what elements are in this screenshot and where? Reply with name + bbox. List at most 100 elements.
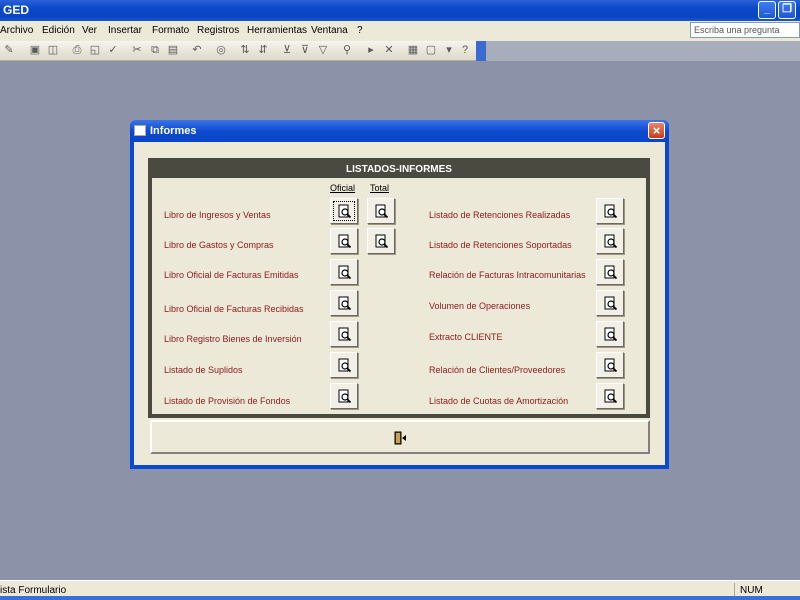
label-clientes-proveedores: Relación de Clientes/Proveedores — [429, 365, 566, 375]
toolbar-empty-area — [486, 41, 800, 61]
report-preview-icon — [604, 296, 618, 311]
menu-registros[interactable]: Registros — [197, 25, 239, 36]
menu-formato[interactable]: Formato — [152, 25, 189, 36]
copy-icon[interactable]: ⧉ — [148, 43, 162, 57]
report-preview-icon — [604, 389, 618, 404]
report-preview-icon — [375, 234, 389, 249]
report-button-ingresos-total[interactable] — [367, 198, 395, 224]
listados-panel: LISTADOS-INFORMES Oficial Total Libro de… — [148, 158, 650, 418]
taskbar-edge — [0, 596, 800, 600]
report-preview-icon — [338, 204, 352, 219]
menu-edicion[interactable]: Edición — [42, 25, 75, 36]
label-retenciones-soportadas: Listado de Retenciones Soportadas — [429, 240, 572, 250]
column-header-oficial: Oficial — [330, 183, 356, 193]
report-preview-icon — [604, 204, 618, 219]
toolbar: ✎ ▣ ◫ ⎙ ◱ ✓ ✂ ⧉ ▤ ↶ ◎ ⇅ ⇵ ⊻ ⊽ ▽ ⚲ ▸ ✕ ▦ … — [0, 41, 486, 61]
menu-bar: Archivo Edición Ver Insertar Formato Reg… — [0, 21, 800, 41]
label-suplidos: Listado de Suplidos — [164, 365, 243, 375]
exit-bar — [150, 420, 650, 454]
minimize-button[interactable]: _ — [758, 1, 776, 19]
new-object-icon[interactable]: ▢ — [424, 43, 438, 57]
status-view-text: ista Formulario — [0, 585, 67, 596]
sort-descending-icon[interactable]: ⇵ — [256, 43, 270, 57]
report-preview-icon — [604, 358, 618, 373]
dropdown-arrow-icon[interactable]: ▾ — [442, 43, 456, 57]
report-button-recibidas[interactable] — [330, 290, 358, 316]
sort-ascending-icon[interactable]: ⇅ — [238, 43, 252, 57]
menu-ventana[interactable]: Ventana — [311, 25, 348, 36]
report-button-amortizacion[interactable] — [596, 383, 624, 409]
report-preview-icon — [338, 296, 352, 311]
exit-door-icon[interactable] — [393, 431, 407, 445]
print-icon[interactable]: ⎙ — [70, 43, 84, 57]
database-window-icon[interactable]: ▦ — [406, 43, 420, 57]
report-preview-icon — [375, 204, 389, 219]
report-button-emitidas[interactable] — [330, 259, 358, 285]
label-volumen-operaciones: Volumen de Operaciones — [429, 301, 531, 311]
report-button-suplidos[interactable] — [330, 352, 358, 378]
new-record-icon[interactable]: ▸ — [364, 43, 378, 57]
report-button-ret-realizadas[interactable] — [596, 198, 624, 224]
label-retenciones-realizadas: Listado de Retenciones Realizadas — [429, 210, 571, 220]
label-extracto-cliente: Extracto CLIENTE — [429, 332, 503, 342]
delete-record-icon[interactable]: ✕ — [382, 43, 396, 57]
app-title: GED — [3, 3, 30, 17]
print-preview-icon[interactable]: ◱ — [88, 43, 102, 57]
undo-icon[interactable]: ↶ — [190, 43, 204, 57]
dialog-body: LISTADOS-INFORMES Oficial Total Libro de… — [134, 142, 665, 465]
report-button-gastos-oficial[interactable] — [330, 228, 358, 254]
report-button-ret-soportadas[interactable] — [596, 228, 624, 254]
panel-title: LISTADOS-INFORMES — [152, 162, 646, 178]
help-icon[interactable]: ? — [458, 43, 472, 57]
column-header-total: Total — [370, 183, 390, 193]
toolbar-options-icon[interactable] — [476, 41, 486, 61]
report-button-gastos-total[interactable] — [367, 228, 395, 254]
search-file-icon[interactable]: ◫ — [46, 43, 60, 57]
filter-by-form-icon[interactable]: ⊽ — [298, 43, 312, 57]
restore-button[interactable]: ❐ — [778, 1, 796, 19]
close-button[interactable]: × — [648, 122, 665, 139]
label-cuotas-amortizacion: Listado de Cuotas de Amortización — [429, 396, 569, 406]
menu-herramientas[interactable]: Herramientas — [247, 25, 307, 36]
label-facturas-intracomunitarias: Relación de Facturas Intracomunitarias — [429, 270, 586, 280]
label-libro-gastos: Libro de Gastos y Compras — [164, 240, 274, 250]
report-button-intracomunitarias[interactable] — [596, 259, 624, 285]
menu-insertar[interactable]: Insertar — [108, 25, 142, 36]
report-button-ingresos-oficial[interactable] — [330, 198, 358, 224]
report-button-bienes[interactable] — [330, 321, 358, 347]
form-icon — [134, 125, 146, 136]
dialog-titlebar[interactable]: Informes × — [130, 120, 669, 142]
report-preview-icon — [338, 358, 352, 373]
report-preview-icon — [338, 327, 352, 342]
apply-filter-icon[interactable]: ▽ — [316, 43, 330, 57]
report-preview-icon — [338, 389, 352, 404]
report-button-volumen[interactable] — [596, 290, 624, 316]
insert-hyperlink-icon[interactable]: ◎ — [214, 43, 228, 57]
menu-archivo[interactable]: Archivo — [0, 25, 33, 36]
save-icon[interactable]: ▣ — [28, 43, 42, 57]
app-titlebar: GED _ ❐ — [0, 0, 800, 21]
menu-help[interactable]: ? — [357, 25, 363, 36]
filter-by-selection-icon[interactable]: ⊻ — [280, 43, 294, 57]
menu-ver[interactable]: Ver — [82, 25, 97, 36]
label-libro-ingresos: Libro de Ingresos y Ventas — [164, 210, 271, 220]
report-preview-icon — [338, 265, 352, 280]
cut-icon[interactable]: ✂ — [130, 43, 144, 57]
label-facturas-emitidas: Libro Oficial de Facturas Emitidas — [164, 270, 299, 280]
spelling-icon[interactable]: ✓ — [106, 43, 120, 57]
label-provision-fondos: Listado de Provisión de Fondos — [164, 396, 291, 406]
report-preview-icon — [338, 234, 352, 249]
label-facturas-recibidas: Libro Oficial de Facturas Recibidas — [164, 304, 304, 314]
report-button-provision[interactable] — [330, 383, 358, 409]
report-preview-icon — [604, 265, 618, 280]
view-icon[interactable]: ✎ — [2, 43, 16, 57]
report-preview-icon — [604, 234, 618, 249]
dialog-title: Informes — [150, 125, 197, 137]
report-button-extracto[interactable] — [596, 321, 624, 347]
help-search-input[interactable]: Escriba una pregunta — [690, 22, 800, 38]
paste-icon[interactable]: ▤ — [166, 43, 180, 57]
report-button-clientes[interactable] — [596, 352, 624, 378]
find-icon[interactable]: ⚲ — [340, 43, 354, 57]
report-preview-icon — [604, 327, 618, 342]
label-bienes-inversion: Libro Registro Bienes de Inversión — [164, 334, 302, 344]
